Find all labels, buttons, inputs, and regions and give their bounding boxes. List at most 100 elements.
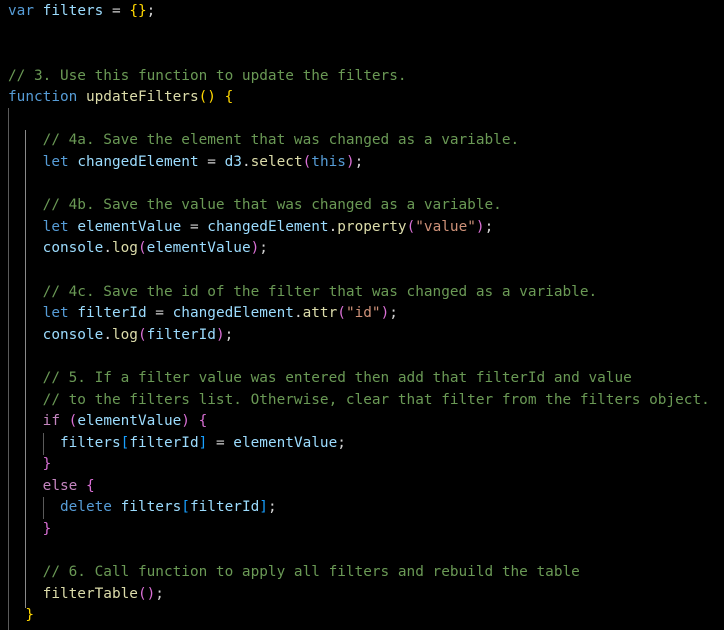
code-token: "id" <box>345 305 381 321</box>
code-line[interactable]: } <box>8 519 52 541</box>
code-token: changedElement <box>77 154 199 170</box>
code-token: } <box>25 607 34 623</box>
code-line[interactable]: // to the filters list. Otherwise, clear… <box>8 390 710 412</box>
code-token: = <box>103 3 130 19</box>
code-token: ) <box>181 413 190 429</box>
code-token: // 4b. Save the value that was changed a… <box>42 197 502 213</box>
code-token: else <box>42 478 78 494</box>
code-token: // 4a. Save the element that was changed… <box>42 132 520 148</box>
code-token: let <box>42 305 69 321</box>
code-editor[interactable]: var filters = {}; // 3. Use this function… <box>0 0 724 630</box>
code-line[interactable]: // 6. Call function to apply all filters… <box>8 562 580 584</box>
code-token: ] <box>259 499 268 515</box>
code-line[interactable]: console.log(filterId); <box>8 325 234 347</box>
code-token: ; <box>259 240 268 256</box>
code-line[interactable]: // 4c. Save the id of the filter that wa… <box>8 282 598 304</box>
code-token: . <box>103 240 112 256</box>
code-line[interactable]: else { <box>8 476 95 498</box>
code-token: elementValue <box>233 435 338 451</box>
code-line[interactable]: let elementValue = changedElement.proper… <box>8 217 494 239</box>
code-token: if <box>42 413 60 429</box>
code-token: d3 <box>224 154 242 170</box>
code-token: } <box>42 456 52 472</box>
code-token: // 3. Use this function to update the fi… <box>8 68 407 84</box>
code-token: ) <box>380 305 390 321</box>
code-line[interactable]: } <box>8 454 52 476</box>
code-token: . <box>328 219 338 235</box>
code-token: ; <box>267 499 277 515</box>
code-token: filters <box>59 435 121 451</box>
code-line[interactable]: // 4b. Save the value that was changed a… <box>8 195 502 217</box>
code-line[interactable]: function updateFilters() { <box>8 87 233 109</box>
code-token: updateFilters <box>85 89 199 105</box>
code-token: filterId <box>77 305 147 321</box>
code-line[interactable]: var filters = {}; <box>8 1 155 23</box>
code-line[interactable]: if (elementValue) { <box>8 411 208 433</box>
code-token: ; <box>224 327 234 343</box>
code-token: log <box>111 327 138 343</box>
code-token: ; <box>337 435 346 451</box>
code-line[interactable]: delete filters[filterId]; <box>8 497 277 519</box>
code-line[interactable]: // 5. If a filter value was entered then… <box>8 368 632 390</box>
code-token: ( <box>137 240 147 256</box>
code-token: [ <box>181 499 190 515</box>
code-line[interactable]: let filterId = changedElement.attr("id")… <box>8 303 398 325</box>
code-token: { <box>85 478 95 494</box>
code-token: // 4c. Save the id of the filter that wa… <box>42 284 598 300</box>
code-token: . <box>103 327 112 343</box>
code-token: {} <box>129 3 147 19</box>
code-token: ) <box>215 327 225 343</box>
code-token: ) <box>345 154 355 170</box>
code-token: elementValue <box>146 240 251 256</box>
code-token: ( <box>302 154 312 170</box>
code-token: = <box>146 305 173 321</box>
code-token: ; <box>146 3 156 19</box>
code-token: ( <box>406 219 416 235</box>
code-token: log <box>111 240 138 256</box>
code-token: changedElement <box>172 305 294 321</box>
code-token: // 6. Call function to apply all filters… <box>42 564 580 580</box>
code-token: { <box>198 413 208 429</box>
code-token: ; <box>389 305 398 321</box>
code-line[interactable]: filters[filterId] = elementValue; <box>8 433 346 455</box>
code-token: () <box>198 89 216 105</box>
code-token: ( <box>137 327 147 343</box>
code-token: changedElement <box>207 219 329 235</box>
code-token: var <box>8 3 34 19</box>
code-token: attr <box>302 305 338 321</box>
code-token: [ <box>120 435 130 451</box>
code-token: } <box>42 521 52 537</box>
code-token: // 5. If a filter value was entered then… <box>42 370 632 386</box>
code-token: = <box>207 435 234 451</box>
code-token: ; <box>354 154 364 170</box>
code-line[interactable]: // 3. Use this function to update the fi… <box>8 66 407 88</box>
code-line[interactable]: // 4a. Save the element that was changed… <box>8 130 520 152</box>
code-token: function <box>8 89 78 105</box>
code-line[interactable]: console.log(elementValue); <box>8 238 268 260</box>
code-line[interactable]: let changedElement = d3.select(this); <box>8 152 364 174</box>
code-token: filterTable <box>42 586 138 602</box>
code-line[interactable]: filterTable(); <box>8 584 164 606</box>
code-line[interactable]: } <box>8 605 34 627</box>
code-token: . <box>293 305 303 321</box>
code-token: elementValue <box>77 413 182 429</box>
code-token: property <box>337 219 407 235</box>
